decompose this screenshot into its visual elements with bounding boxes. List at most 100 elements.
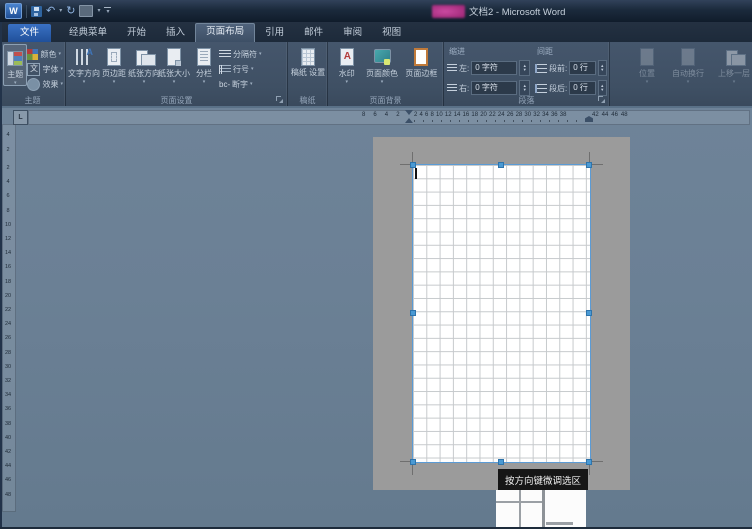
indent-left-stepper[interactable]: ▲ ▼ [519, 60, 530, 76]
page-color-label: 页面颜色 [366, 68, 398, 79]
spacing-before-label: 段前: [549, 63, 567, 74]
selection-handle-middle-right[interactable] [586, 310, 592, 316]
theme-colors-button[interactable]: 颜色 ▾ [27, 48, 63, 60]
tab-mailings[interactable]: 邮件 [294, 24, 333, 42]
tab-view[interactable]: 视图 [372, 24, 411, 42]
selection-handle-bottom-right[interactable] [586, 459, 592, 465]
vertical-ruler-numbers: 2 4 6 8 10 12 14 16 18 20 22 24 26 28 30… [2, 161, 14, 502]
text-cursor [415, 168, 417, 179]
breaks-caret-icon: ▾ [259, 52, 262, 56]
screenshot-dropdown-icon[interactable]: ▾ [97, 8, 100, 14]
screenshot-icon[interactable] [79, 5, 93, 17]
undo-dropdown-icon[interactable]: ▾ [59, 8, 62, 14]
text-direction-icon [74, 47, 94, 67]
genko-setup-button[interactable]: 稿纸 设置 [291, 44, 325, 77]
word-logo-icon[interactable]: W [5, 3, 22, 19]
theme-fonts-caret-icon: ▾ [60, 67, 63, 71]
breaks-button[interactable]: 分隔符 ▾ [219, 48, 285, 60]
bring-forward-icon [724, 47, 744, 67]
theme-colors-caret-icon: ▾ [58, 52, 61, 56]
indent-right-field[interactable]: 0 字符 [471, 81, 517, 95]
themes-button[interactable]: 主题 ▾ [3, 44, 27, 86]
undo-icon[interactable]: ↶ [46, 6, 55, 17]
tab-selector-button[interactable]: L [13, 110, 28, 125]
page-color-button[interactable]: 页面颜色 ▾ [362, 44, 401, 84]
paper-size-icon [164, 47, 184, 67]
magnifier-preview [496, 490, 586, 527]
document-page[interactable] [373, 137, 630, 490]
tab-review[interactable]: 审阅 [333, 24, 372, 42]
indent-left-icon [447, 64, 457, 72]
spacing-before-stepper[interactable]: ▲ ▼ [598, 60, 607, 76]
grid-canvas[interactable] [413, 165, 590, 462]
position-button[interactable]: 位置 ▾ [632, 44, 662, 84]
selection-handle-top-left[interactable] [410, 162, 416, 168]
group-arrange-label: 排 [610, 95, 752, 106]
indent-left-label: 左: [459, 63, 469, 74]
selection-handle-top-right[interactable] [586, 162, 592, 168]
indent-marker-icon[interactable] [405, 110, 413, 123]
horizontal-ruler-margin-numbers: 8 6 4 2 [362, 112, 402, 118]
save-icon[interactable] [31, 6, 42, 17]
stepper-down-icon[interactable]: ▼ [520, 88, 529, 92]
customize-qat-icon[interactable]: ▾ [104, 7, 111, 15]
indent-left-field[interactable]: 0 字符 [471, 61, 517, 75]
redo-icon[interactable]: ↻ [66, 6, 75, 17]
tab-classic-menu[interactable]: 经典菜单 [59, 24, 117, 42]
bring-forward-button[interactable]: 上移一层 ▾ [714, 44, 752, 84]
paper-size-button[interactable]: 纸张大小 ▾ [159, 44, 189, 84]
page-borders-button[interactable]: 页面边框 [402, 44, 441, 79]
orientation-button[interactable]: 纸张方向 ▾ [129, 44, 159, 84]
themes-icon [5, 48, 25, 68]
text-direction-button[interactable]: 文字方向 ▾ [69, 44, 99, 84]
tab-references[interactable]: 引用 [255, 24, 294, 42]
group-paragraph-label: 段落 [444, 95, 609, 106]
columns-button[interactable]: 分栏 ▾ [189, 44, 219, 84]
spacing-after-stepper[interactable]: ▲ ▼ [598, 80, 607, 96]
spacing-before-icon [535, 64, 547, 73]
selection-handle-middle-left[interactable] [410, 310, 416, 316]
vertical-ruler-margin-numbers: 4 2 [2, 128, 14, 158]
bring-forward-label: 上移一层 [718, 68, 750, 79]
magnifier-gridline [496, 501, 543, 503]
indent-right-row: 右: 0 字符 ▲ ▼ [447, 80, 535, 96]
stepper-down-icon[interactable]: ▼ [599, 88, 606, 92]
indent-right-icon [447, 84, 457, 92]
wrap-text-button[interactable]: 自动换行 ▾ [668, 44, 708, 84]
theme-fonts-button[interactable]: 文 字体 ▾ [27, 63, 63, 75]
tab-file[interactable]: 文件 [8, 24, 51, 42]
themes-subcolumn: 颜色 ▾ 文 字体 ▾ 效果 ▾ [27, 44, 63, 90]
tab-insert[interactable]: 插入 [156, 24, 195, 42]
horizontal-ruler-ticks [414, 120, 586, 122]
indent-right-stepper[interactable]: ▲ ▼ [519, 80, 530, 96]
theme-effects-button[interactable]: 效果 ▾ [27, 78, 63, 90]
margins-button[interactable]: 页边距 ▾ [99, 44, 129, 84]
watermark-button[interactable]: 水印 ▾ [331, 44, 362, 84]
magnifier-gridline [519, 490, 521, 527]
spacing-before-field[interactable]: 0 行 [569, 61, 595, 75]
line-numbers-button[interactable]: 行号 ▾ [219, 63, 285, 75]
spacing-after-row: 段后: 0 行 ▲ ▼ [535, 80, 607, 96]
tab-home[interactable]: 开始 [117, 24, 156, 42]
selection-handle-bottom-left[interactable] [410, 459, 416, 465]
hyphenation-label: 断字 [232, 79, 248, 90]
group-arrange: 位置 ▾ 自动换行 ▾ 上移一层 ▾ 下 排 [610, 42, 752, 106]
stepper-down-icon[interactable]: ▼ [520, 68, 529, 72]
selection-handle-top-middle[interactable] [498, 162, 504, 168]
stepper-down-icon[interactable]: ▼ [599, 68, 606, 72]
position-icon [637, 47, 657, 67]
line-numbers-caret-icon: ▾ [251, 67, 254, 71]
theme-fonts-icon: 文 [27, 63, 40, 76]
tab-page-layout[interactable]: 页面布局 [195, 23, 255, 42]
theme-effects-label: 效果 [42, 79, 58, 90]
genko-setup-icon [298, 47, 318, 67]
hyphenation-button[interactable]: bc- 断字 ▾ [219, 78, 285, 90]
page-setup-dialog-launcher-icon[interactable] [276, 96, 284, 104]
spacing-column: 间距 段前: 0 行 ▲ ▼ 段后: 0 行 ▲ ▼ [535, 44, 607, 100]
paragraph-dialog-launcher-icon[interactable] [598, 96, 606, 104]
group-page-setup: 文字方向 ▾ 页边距 ▾ 纸张方向 ▾ 纸张大小 ▾ 分栏 ▾ [66, 42, 288, 106]
spacing-after-field[interactable]: 0 行 [569, 81, 595, 95]
page-color-icon [372, 47, 392, 67]
selection-handle-bottom-middle[interactable] [498, 459, 504, 465]
selection-tooltip: 按方向键微调选区 [498, 469, 588, 490]
